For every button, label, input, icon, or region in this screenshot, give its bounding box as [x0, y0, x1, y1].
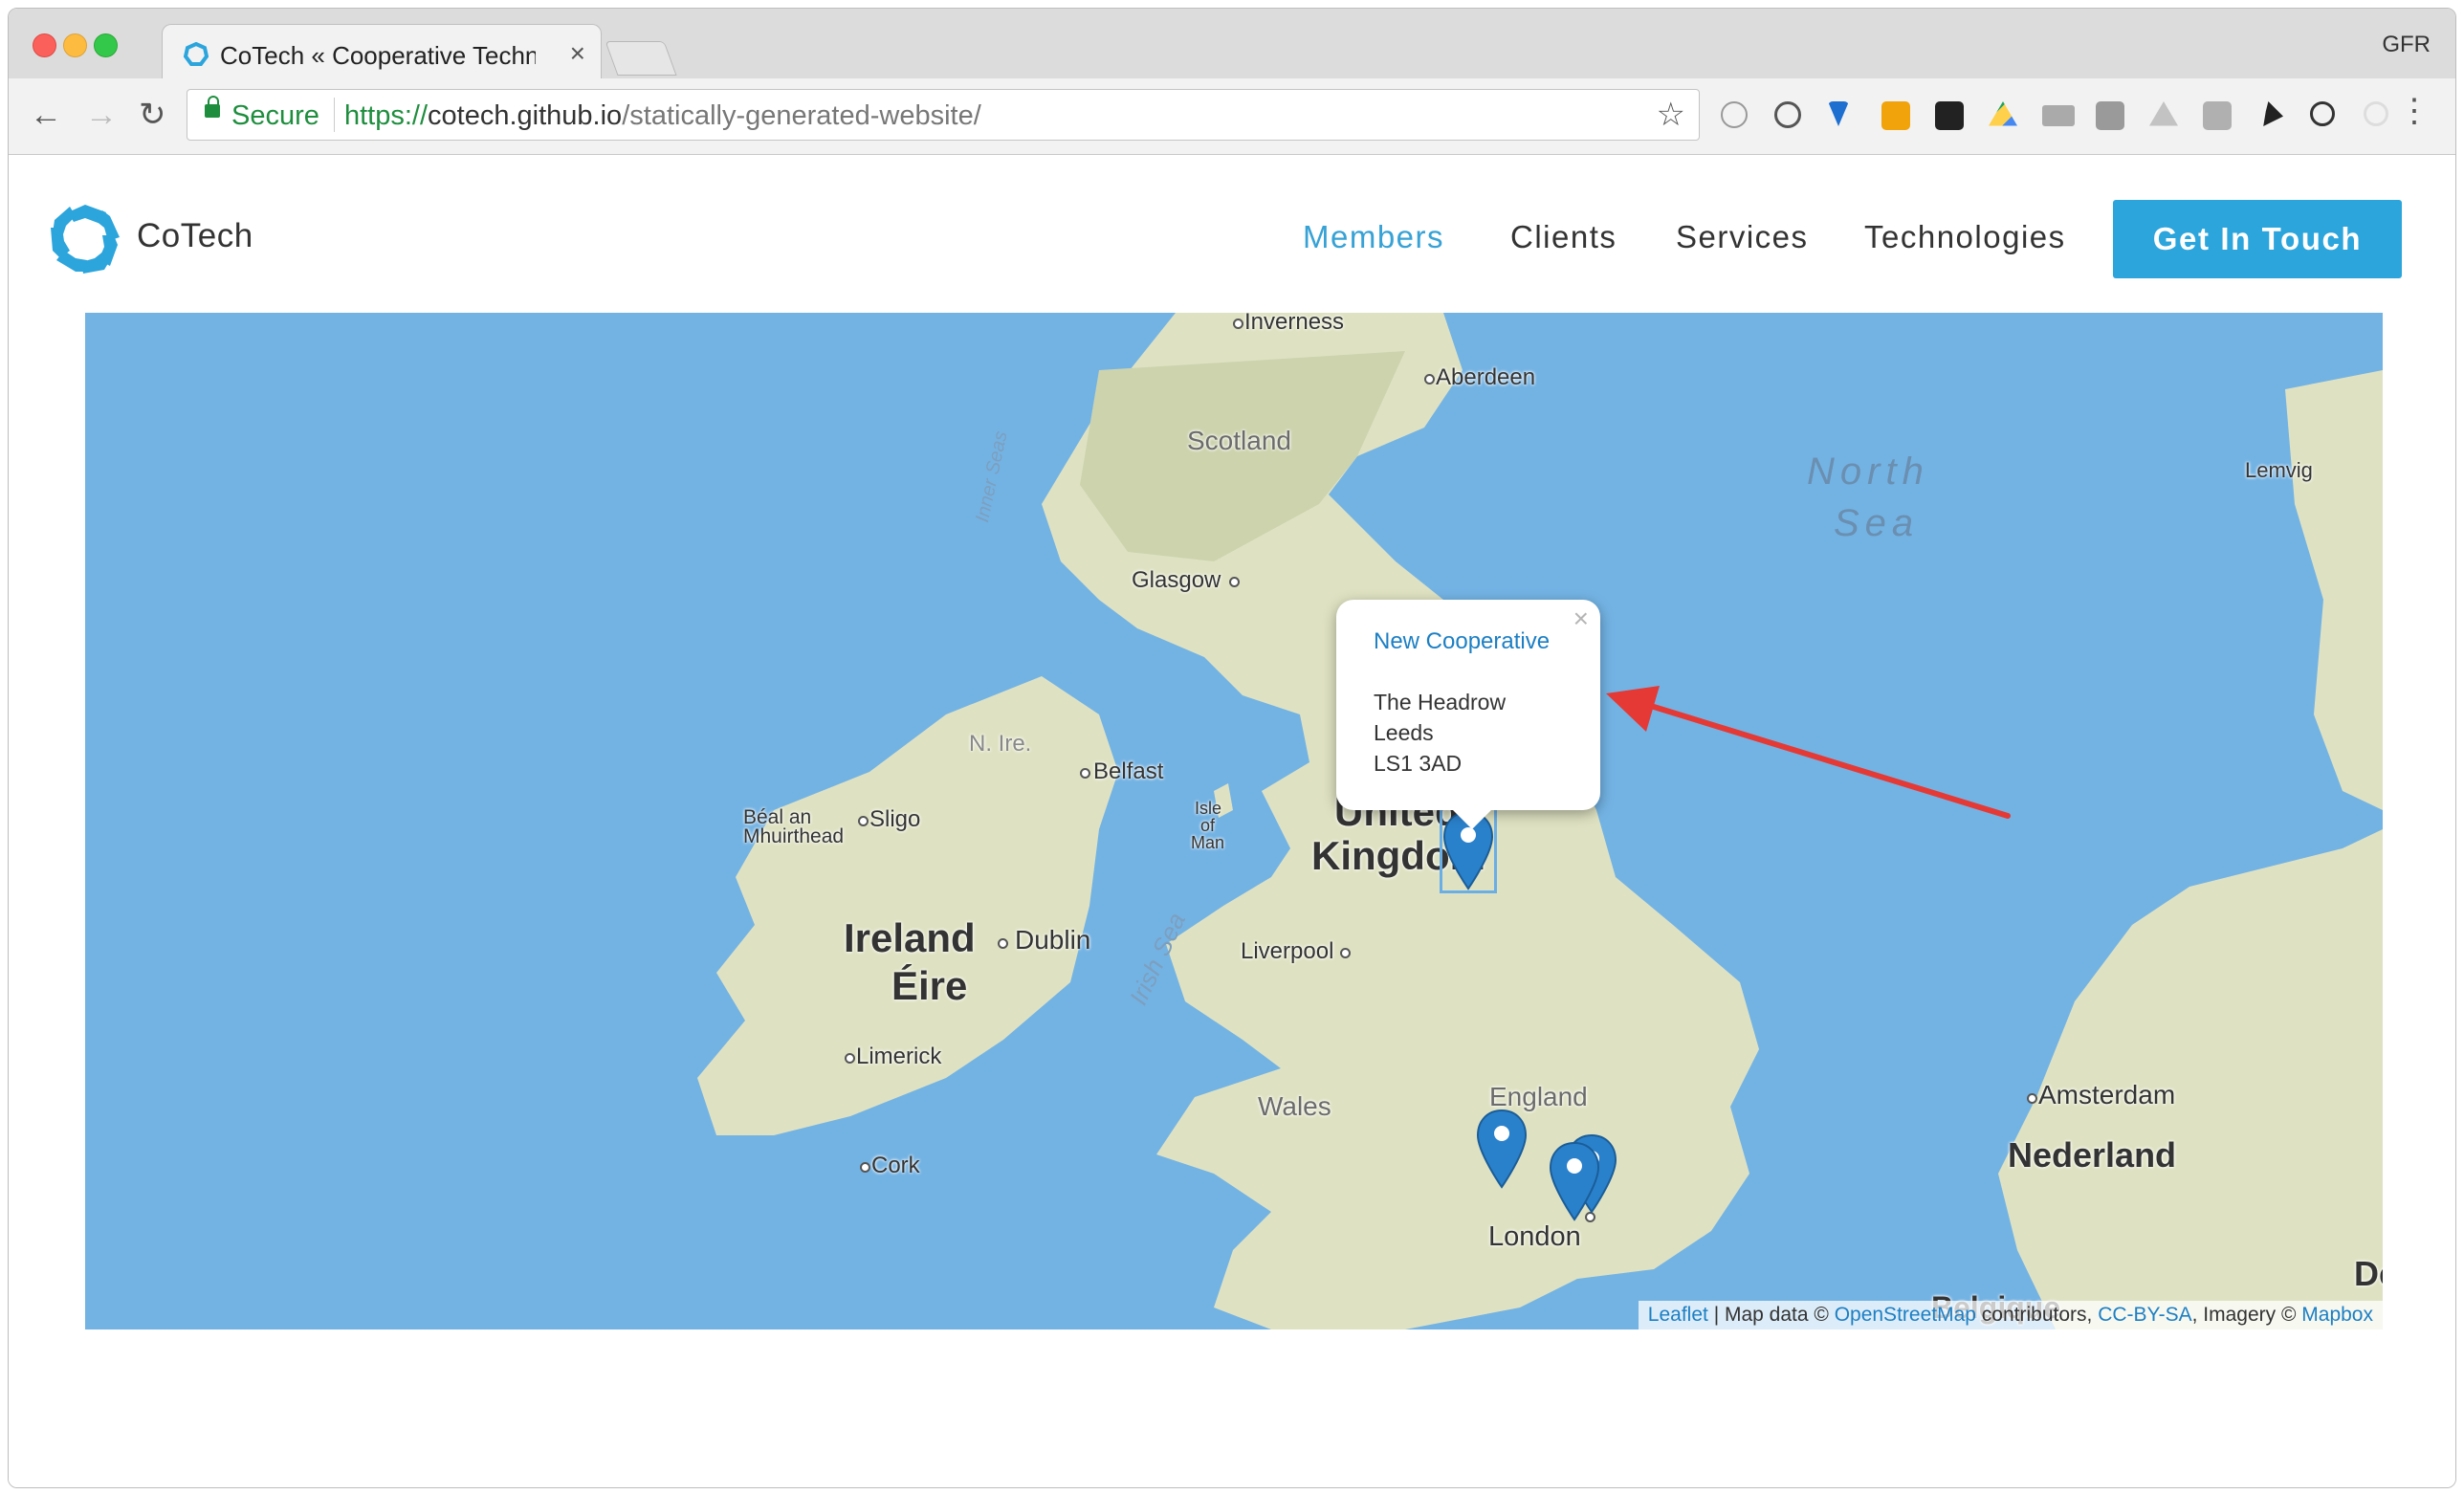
window-maximize-button[interactable]	[94, 33, 118, 57]
nav-services[interactable]: Services	[1676, 219, 1809, 255]
map-attribution: Leaflet | Map data © OpenStreetMap contr…	[1638, 1301, 2383, 1329]
attribution-contributors: contributors,	[1975, 1304, 2099, 1326]
bookmark-star-icon[interactable]: ☆	[1657, 96, 1685, 134]
extension-pin-icon[interactable]	[2263, 101, 2283, 126]
extension-shield-icon[interactable]	[1828, 101, 1849, 126]
tab-cotech[interactable]: CoTech « Cooperative Technol ×	[162, 24, 602, 79]
cotech-logo-icon[interactable]	[49, 203, 121, 275]
new-tab-button[interactable]	[605, 41, 677, 76]
browser-toolbar: ← → ↻ Secure https://cotech.github.io/st…	[9, 78, 2455, 155]
url-path: /statically-generated-website/	[622, 100, 981, 131]
openstreetmap-link[interactable]: OpenStreetMap	[1835, 1304, 1976, 1326]
extension-tampermonkey-icon[interactable]	[1935, 101, 1964, 130]
extension-circle-icon[interactable]	[2364, 101, 2388, 126]
nav-members[interactable]: Members	[1303, 219, 1444, 255]
extension-crx-icon[interactable]	[2042, 105, 2075, 126]
browser-menu-icon[interactable]: ⋮	[2398, 92, 2431, 130]
tab-strip: CoTech « Cooperative Technol × GFR	[9, 9, 2455, 79]
extension-1password-icon[interactable]	[1774, 101, 1801, 128]
extension-t-icon[interactable]	[2203, 101, 2232, 130]
extension-font-icon[interactable]	[1721, 101, 1748, 128]
tab-close-icon[interactable]: ×	[570, 38, 585, 69]
lock-icon	[205, 96, 220, 118]
members-map[interactable]: Inverness Aberdeen Scotland Glasgow Inne…	[85, 313, 2383, 1329]
attribution-imagery: , Imagery ©	[2191, 1304, 2302, 1326]
extension-h-icon[interactable]	[2096, 101, 2124, 130]
browser-window: CoTech « Cooperative Technol × GFR ← → ↻…	[8, 8, 2456, 1488]
window-close-button[interactable]	[33, 33, 56, 57]
annotation-arrow	[1606, 686, 2011, 819]
url-host: cotech.github.io	[428, 100, 623, 131]
extension-boxes-icon[interactable]	[1881, 101, 1910, 130]
attribution-map-data: | Map data ©	[1707, 1304, 1835, 1326]
url-text: https://cotech.github.io/statically-gene…	[344, 100, 981, 132]
forward-arrow-icon[interactable]: →	[85, 96, 118, 134]
back-arrow-icon[interactable]: ←	[30, 96, 62, 134]
secure-label: Secure	[231, 100, 319, 131]
mapbox-link[interactable]: Mapbox	[2301, 1304, 2373, 1326]
window-minimize-button[interactable]	[63, 33, 87, 57]
reload-icon[interactable]: ↻	[139, 96, 166, 134]
get-in-touch-button[interactable]: Get In Touch	[2113, 200, 2402, 278]
profile-name[interactable]: GFR	[2382, 32, 2431, 58]
cotech-favicon-icon	[184, 42, 209, 66]
nav-clients[interactable]: Clients	[1510, 219, 1617, 255]
brand-name[interactable]: CoTech	[137, 217, 253, 255]
extension-drive-grey-icon[interactable]	[2149, 101, 2178, 126]
license-link[interactable]: CC-BY-SA	[2098, 1304, 2191, 1326]
address-bar[interactable]: Secure https://cotech.github.io/statical…	[187, 89, 1700, 141]
address-divider	[334, 98, 335, 132]
leaflet-link[interactable]: Leaflet	[1648, 1304, 1708, 1326]
extension-record-icon[interactable]	[2310, 101, 2335, 126]
nav-technologies[interactable]: Technologies	[1864, 219, 2066, 255]
tab-title: CoTech « Cooperative Technol	[220, 41, 536, 70]
extension-drive-icon[interactable]	[1989, 101, 2017, 126]
page: CoTech Members Clients Services Technolo…	[9, 155, 2455, 1487]
url-scheme: https://	[344, 100, 429, 131]
